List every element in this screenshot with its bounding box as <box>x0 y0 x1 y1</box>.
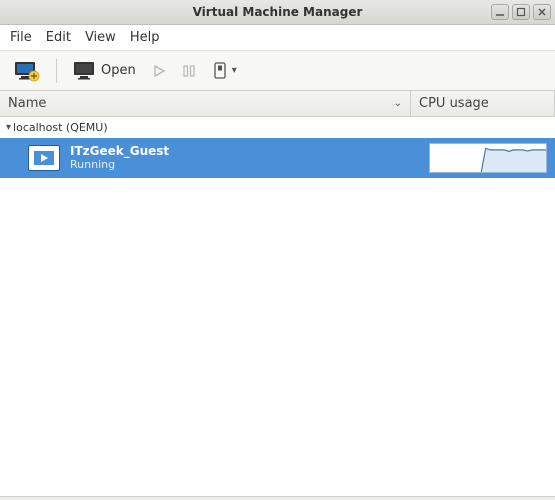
vm-name: ITzGeek_Guest <box>70 145 419 159</box>
vm-text: ITzGeek_Guest Running <box>70 145 419 171</box>
maximize-button[interactable] <box>512 4 530 20</box>
menu-edit[interactable]: Edit <box>46 30 71 45</box>
play-icon <box>39 153 49 163</box>
open-label: Open <box>101 63 136 78</box>
shutdown-icon <box>212 62 228 80</box>
menu-view[interactable]: View <box>85 30 116 45</box>
sort-chevron-icon: ⌄ <box>394 98 402 109</box>
pause-icon <box>182 64 196 78</box>
column-name[interactable]: Name ⌄ <box>0 91 411 116</box>
column-name-label: Name <box>8 96 46 111</box>
close-button[interactable] <box>533 4 551 20</box>
column-cpu-label: CPU usage <box>419 96 489 111</box>
shutdown-button[interactable]: ▾ <box>208 59 241 83</box>
play-icon <box>152 64 166 78</box>
monitor-new-icon <box>14 60 40 82</box>
cpu-graph <box>429 143 547 173</box>
vm-monitor-icon <box>28 145 60 171</box>
chevron-down-icon: ▾ <box>232 65 237 76</box>
new-vm-button[interactable] <box>10 57 44 85</box>
menu-help[interactable]: Help <box>130 30 160 45</box>
expand-chevron-icon: ▾ <box>6 122 11 133</box>
column-headers: Name ⌄ CPU usage <box>0 91 555 117</box>
run-button[interactable] <box>148 61 170 81</box>
vm-row[interactable]: ITzGeek_Guest Running <box>0 138 555 178</box>
menu-file[interactable]: File <box>10 30 32 45</box>
pause-button[interactable] <box>178 61 200 81</box>
toolbar: Open ▾ <box>0 51 555 91</box>
open-button[interactable]: Open <box>69 58 140 84</box>
vm-list: ▾ localhost (QEMU) ITzGeek_Guest Running <box>0 117 555 496</box>
titlebar: Virtual Machine Manager <box>0 0 555 25</box>
toolbar-separator <box>56 59 57 83</box>
status-strip <box>0 496 555 500</box>
minimize-button[interactable] <box>491 4 509 20</box>
window-controls <box>491 4 555 20</box>
column-cpu[interactable]: CPU usage <box>411 91 555 116</box>
monitor-icon <box>73 61 97 81</box>
vm-state: Running <box>70 159 419 172</box>
host-row[interactable]: ▾ localhost (QEMU) <box>0 117 555 138</box>
window-title: Virtual Machine Manager <box>0 5 555 19</box>
host-label: localhost (QEMU) <box>13 121 108 134</box>
menubar: File Edit View Help <box>0 25 555 51</box>
